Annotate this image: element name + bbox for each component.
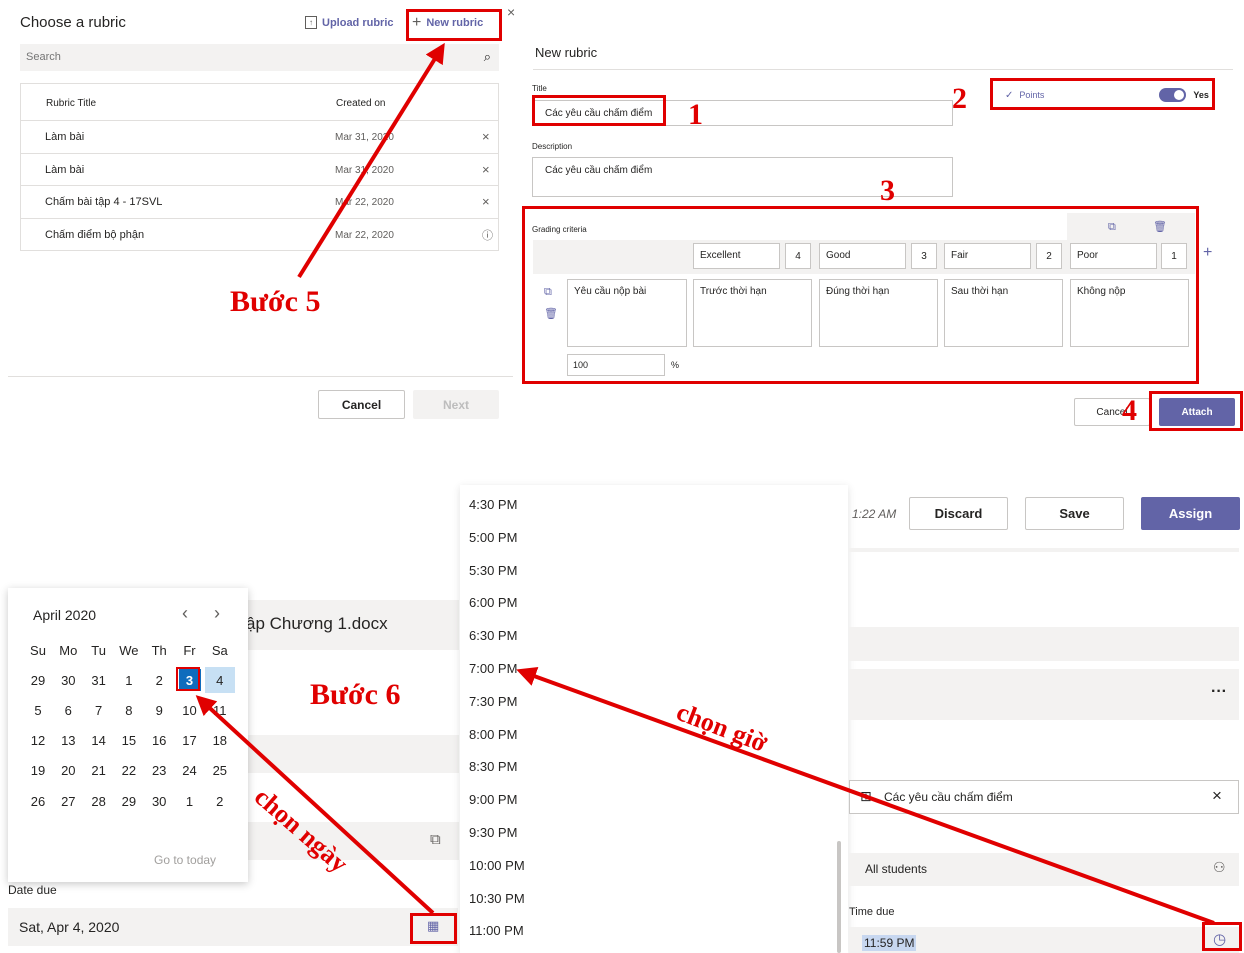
annotation-step5: Bước 5 — [230, 285, 321, 318]
arrow-step5 — [297, 42, 445, 279]
annotation-number-2: 2 — [952, 82, 967, 115]
arrow-pick-time — [516, 666, 1215, 925]
annotation-arrows — [195, 42, 1215, 925]
annotation-number-4: 4 — [1122, 394, 1137, 427]
annotation-number-3: 3 — [880, 174, 895, 207]
annotation-number-1: 1 — [688, 98, 703, 131]
annotation-step6: Bước 6 — [310, 678, 401, 711]
arrow-pick-day — [195, 695, 435, 915]
